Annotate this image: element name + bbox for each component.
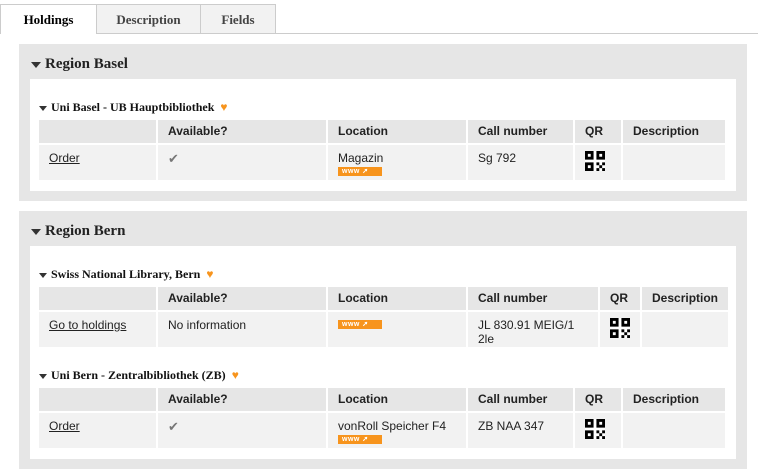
tab-fields[interactable]: Fields: [200, 4, 276, 33]
region-toggle-bern[interactable]: Region Bern: [31, 223, 125, 240]
library-toggle-uni-bern[interactable]: Uni Bern - Zentralbibliothek (ZB) ♥: [39, 368, 239, 383]
region-panel-bern: Region Bern Swiss National Library, Bern…: [19, 211, 747, 469]
column-header-description: Description: [642, 287, 729, 310]
triangle-down-icon: [31, 228, 41, 235]
library-name: Uni Basel - UB Hauptbibliothek: [51, 100, 215, 114]
column-header-available: Available?: [158, 388, 328, 411]
column-header-action: [39, 120, 158, 143]
column-header-description: Description: [623, 388, 725, 411]
region-title: Region Basel: [45, 56, 128, 72]
library-name: Swiss National Library, Bern: [51, 267, 201, 281]
tab-holdings[interactable]: Holdings: [0, 4, 97, 34]
table-row: Go to holdings No information www ➚ JL 8…: [39, 310, 729, 347]
location-text: Magazin: [338, 151, 384, 165]
heart-icon[interactable]: ♥: [232, 368, 239, 382]
order-link[interactable]: Order: [49, 151, 80, 165]
call-number: Sg 792: [478, 151, 517, 165]
region-content: Uni Basel - UB Hauptbibliothek ♥ Availabl…: [30, 79, 736, 191]
library-toggle-ub-basel[interactable]: Uni Basel - UB Hauptbibliothek ♥: [39, 100, 228, 115]
tab-bar: Holdings Description Fields: [0, 0, 758, 34]
region-toggle-basel[interactable]: Region Basel: [31, 56, 128, 73]
location-text: vonRoll Speicher F4: [338, 419, 447, 433]
region-content: Swiss National Library, Bern ♥ Available?…: [30, 246, 736, 459]
column-header-call-number: Call number: [468, 287, 600, 310]
tab-bar-divider: [0, 33, 758, 34]
qr-code-icon[interactable]: [610, 318, 630, 338]
column-header-qr: QR: [575, 388, 623, 411]
www-link-icon[interactable]: www ➚: [338, 435, 382, 444]
column-header-location: Location: [328, 388, 468, 411]
heart-icon[interactable]: ♥: [220, 100, 227, 114]
www-link-icon[interactable]: www ➚: [338, 320, 382, 329]
triangle-down-icon: [39, 272, 47, 278]
region-panel-basel: Region Basel Uni Basel - UB Hauptbibliot…: [19, 44, 747, 201]
triangle-down-icon: [39, 373, 47, 379]
library-name: Uni Bern - Zentralbibliothek (ZB): [51, 368, 226, 382]
column-header-qr: QR: [575, 120, 623, 143]
column-header-action: [39, 287, 158, 310]
availability-text: No information: [168, 318, 247, 332]
www-link-icon[interactable]: www ➚: [338, 167, 382, 176]
table-row: Order ✔ vonRoll Speicher F4 www ➚ ZB NAA …: [39, 411, 725, 448]
column-header-description: Description: [623, 120, 725, 143]
checkmark-icon: ✔: [168, 419, 179, 434]
tab-description[interactable]: Description: [96, 4, 201, 33]
qr-code-icon[interactable]: [585, 419, 605, 439]
order-link[interactable]: Order: [49, 419, 80, 433]
column-header-location: Location: [328, 287, 468, 310]
call-number: JL 830.91 MEIG/1 2le: [478, 318, 575, 346]
holdings-table: Available? Location Call number QR Descr…: [39, 120, 725, 180]
holdings-table: Available? Location Call number QR Descr…: [39, 388, 725, 448]
heart-icon[interactable]: ♥: [206, 267, 213, 281]
column-header-available: Available?: [158, 120, 328, 143]
column-header-available: Available?: [158, 287, 328, 310]
checkmark-icon: ✔: [168, 151, 179, 166]
region-title: Region Bern: [45, 223, 126, 239]
call-number: ZB NAA 347: [478, 419, 545, 433]
holdings-table: Available? Location Call number QR Descr…: [39, 287, 729, 347]
qr-code-icon[interactable]: [585, 151, 605, 171]
triangle-down-icon: [31, 61, 41, 68]
column-header-call-number: Call number: [468, 388, 575, 411]
column-header-qr: QR: [600, 287, 642, 310]
column-header-action: [39, 388, 158, 411]
table-row: Order ✔ Magazin www ➚ Sg 792: [39, 143, 725, 180]
library-toggle-swiss-national-library[interactable]: Swiss National Library, Bern ♥: [39, 267, 213, 282]
go-to-holdings-link[interactable]: Go to holdings: [49, 318, 126, 332]
column-header-call-number: Call number: [468, 120, 575, 143]
column-header-location: Location: [328, 120, 468, 143]
triangle-down-icon: [39, 105, 47, 111]
